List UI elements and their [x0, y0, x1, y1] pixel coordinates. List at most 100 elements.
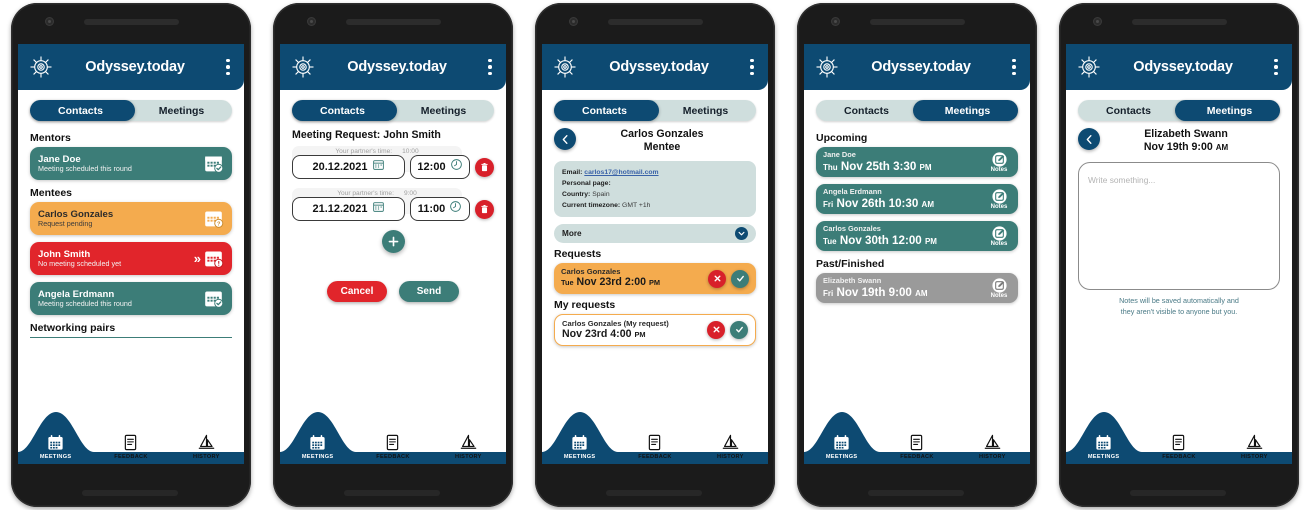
meeting-day: Fri	[823, 288, 834, 298]
meeting-name: Angela Erdmann	[823, 187, 882, 197]
nav-item-feedback[interactable]: FEEDBACK	[617, 433, 692, 460]
time-input-2[interactable]: 11:00	[410, 197, 470, 221]
tab-toggle-group: Contacts Meetings	[280, 90, 506, 127]
contact-card-carlos-gonzales[interactable]: Carlos Gonzales Request pending ?	[30, 202, 232, 235]
meeting-meridiem: AM	[921, 199, 934, 209]
tab-contacts[interactable]: Contacts	[292, 100, 393, 121]
nav-item-meetings[interactable]: MEETINGS	[542, 433, 617, 460]
sailboat-icon	[983, 433, 1002, 452]
notes-label: Notes	[990, 204, 1008, 211]
phone-mockup-5: Odyssey.today Contacts Meetings Elizabet…	[1048, 0, 1310, 510]
note-edit-icon	[991, 152, 1007, 167]
tab-toggle-group: Contacts Meetings	[804, 90, 1030, 127]
accept-request-button[interactable]	[730, 320, 748, 339]
delete-slot-button-1[interactable]	[475, 157, 494, 177]
kebab-menu-icon[interactable]	[745, 58, 759, 76]
send-button[interactable]: Send	[399, 281, 459, 302]
earpiece-speaker	[346, 19, 441, 25]
nav-item-meetings[interactable]: MEETINGS	[1066, 433, 1141, 460]
front-camera-icon	[46, 18, 53, 25]
cancel-button[interactable]: Cancel	[327, 281, 387, 302]
notes-help-line-2: they aren't visible to anyone but you.	[1120, 306, 1238, 316]
tab-contacts[interactable]: Contacts	[816, 100, 917, 121]
past-heading: Past/Finished	[816, 258, 885, 271]
delete-slot-button-2[interactable]	[475, 199, 494, 219]
front-camera-icon	[570, 18, 577, 25]
front-camera-icon	[1094, 18, 1101, 25]
decline-request-button[interactable]	[707, 320, 725, 339]
add-slot-button[interactable]	[381, 230, 405, 253]
notes-meridiem: AM	[1215, 143, 1229, 153]
info-value: Spain	[592, 191, 610, 199]
meeting-card-angela-erdmann[interactable]: Angela Erdmann Fri Nov 26th 10:30 AM Not…	[816, 184, 1018, 215]
notes-button[interactable]: Notes	[987, 225, 1011, 247]
check-circle-icon	[736, 275, 744, 282]
meeting-card-carlos-gonzales[interactable]: Carlos Gonzales Tue Nov 30th 12:00 PM No…	[816, 221, 1018, 252]
tab-meetings[interactable]: Meetings	[1179, 100, 1280, 121]
tab-contacts[interactable]: Contacts	[1078, 100, 1179, 121]
notes-button[interactable]: Notes	[987, 151, 1011, 173]
bottom-navigation: MEETINGS FEEDBACK HISTORY	[542, 406, 768, 464]
note-edit-icon	[991, 226, 1007, 241]
meeting-meridiem: PM	[924, 236, 937, 246]
trash-icon	[481, 162, 488, 171]
document-icon	[1169, 433, 1188, 452]
kebab-menu-icon[interactable]	[483, 58, 497, 76]
double-chevron-right-icon: »	[193, 251, 201, 266]
nav-item-meetings[interactable]: MEETINGS	[280, 433, 355, 460]
nav-item-feedback[interactable]: FEEDBACK	[1141, 433, 1216, 460]
request-card-incoming[interactable]: Carlos Gonzales Tue Nov 23rd 2:00 PM	[554, 263, 756, 294]
more-expander[interactable]: More	[554, 224, 756, 244]
notes-contact-name: Elizabeth Swann	[1144, 128, 1228, 140]
nav-item-meetings[interactable]: MEETINGS	[18, 433, 93, 460]
contact-status: No meeting scheduled yet	[38, 258, 122, 268]
notes-label: Notes	[990, 293, 1008, 300]
nav-item-history[interactable]: HISTORY	[955, 433, 1030, 460]
app-title: Odyssey.today	[347, 59, 447, 75]
nav-item-feedback[interactable]: FEEDBACK	[93, 433, 168, 460]
nav-item-history[interactable]: HISTORY	[169, 433, 244, 460]
date-input-2[interactable]: 21.12.2021	[292, 197, 405, 221]
notes-textarea[interactable]: Write something...	[1078, 162, 1280, 291]
notes-button[interactable]: Notes	[987, 277, 1011, 299]
nav-item-history[interactable]: HISTORY	[431, 433, 506, 460]
document-icon	[121, 433, 140, 452]
app-title: Odyssey.today	[85, 59, 185, 75]
meeting-card-elizabeth-swann[interactable]: Elizabeth Swann Fri Nov 19th 9:00 AM Not…	[816, 273, 1018, 304]
nav-item-history[interactable]: HISTORY	[1217, 433, 1292, 460]
contact-card-jane-doe[interactable]: Jane Doe Meeting scheduled this round	[30, 147, 232, 180]
accept-request-button[interactable]	[731, 269, 749, 288]
tab-meetings[interactable]: Meetings	[655, 100, 756, 121]
tab-meetings[interactable]: Meetings	[917, 100, 1018, 121]
time-input-1[interactable]: 12:00	[410, 155, 470, 179]
date-input-1[interactable]: 20.12.2021	[292, 155, 405, 179]
kebab-menu-icon[interactable]	[1007, 58, 1021, 76]
nav-label: HISTORY	[978, 454, 1006, 460]
info-label: Current timezone:	[562, 202, 621, 210]
nav-item-history[interactable]: HISTORY	[693, 433, 768, 460]
sailboat-icon	[459, 433, 478, 452]
tab-meetings[interactable]: Meetings	[393, 100, 494, 121]
contact-card-angela-erdmann[interactable]: Angela Erdmann Meeting scheduled this ro…	[30, 282, 232, 315]
check-circle-icon	[735, 327, 743, 333]
email-link[interactable]: carlos17@hotmail.com	[584, 169, 658, 176]
kebab-menu-icon[interactable]	[221, 58, 235, 76]
segmented-control: Contacts Meetings	[816, 100, 1018, 121]
contact-info-panel: Email: carlos17@hotmail.com Personal pag…	[554, 161, 756, 218]
tab-contacts[interactable]: Contacts	[554, 100, 655, 121]
request-card-outgoing[interactable]: Carlos Gonzales (My request) Nov 23rd 4:…	[554, 313, 756, 346]
contact-card-john-smith[interactable]: John Smith No meeting scheduled yet »	[30, 242, 232, 275]
kebab-menu-icon[interactable]	[1269, 58, 1283, 76]
tab-contacts[interactable]: Contacts	[30, 100, 131, 121]
nav-item-feedback[interactable]: FEEDBACK	[355, 433, 430, 460]
meeting-card-jane-doe[interactable]: Jane Doe Thu Nov 25th 3:30 PM Notes	[816, 147, 1018, 178]
meeting-meridiem: PM	[919, 162, 932, 172]
decline-request-button[interactable]	[708, 269, 726, 288]
info-label: Personal page:	[562, 180, 611, 188]
tab-meetings[interactable]: Meetings	[131, 100, 232, 121]
nav-item-meetings[interactable]: MEETINGS	[804, 433, 879, 460]
notes-button[interactable]: Notes	[987, 188, 1011, 210]
nav-label: HISTORY	[716, 454, 744, 460]
app-screen-contacts-list: Odyssey.today Contacts Meetings Mentors …	[18, 44, 244, 464]
nav-item-feedback[interactable]: FEEDBACK	[879, 433, 954, 460]
